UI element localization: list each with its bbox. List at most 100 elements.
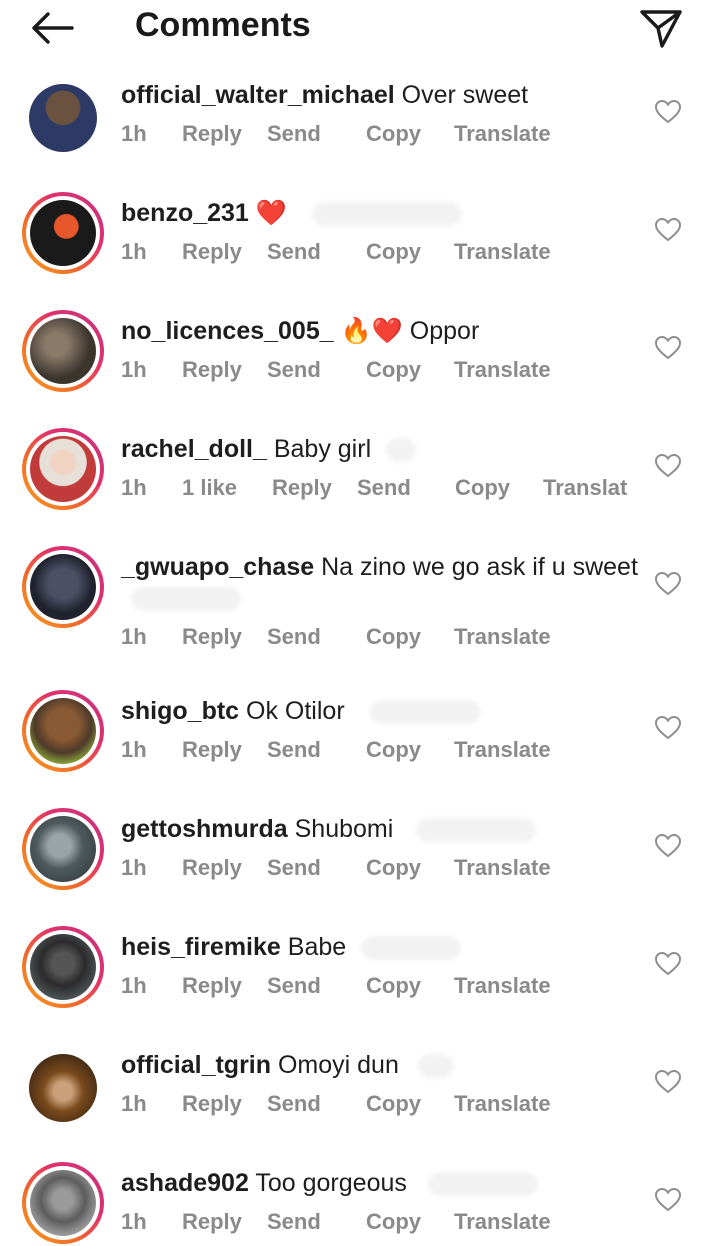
translate-button[interactable]: Translate [454, 357, 551, 383]
direct-message-button[interactable] [636, 4, 686, 50]
heart-icon[interactable] [655, 1188, 681, 1212]
comment-text: _gwuapo_chase Na zino we go ask if u swe… [121, 552, 641, 614]
translate-button[interactable]: Translate [454, 1091, 551, 1117]
send-button[interactable]: Send [267, 1209, 321, 1235]
comment-text: shigo_btc Ok Otilor [121, 696, 641, 727]
paper-plane-icon [640, 10, 682, 48]
send-button[interactable]: Send [267, 855, 321, 881]
blurred-region [369, 700, 480, 725]
send-button[interactable]: Send [267, 1091, 321, 1117]
comment-text: no_licences_005_ 🔥❤️ Oppor [121, 316, 641, 347]
send-button[interactable]: Send [267, 239, 321, 265]
comment-body: Over sweet [394, 81, 529, 109]
reply-button[interactable]: Reply [182, 855, 242, 881]
reply-button[interactable]: Reply [182, 239, 242, 265]
reply-button[interactable]: Reply [182, 624, 242, 650]
comment-username[interactable]: official_walter_michael [121, 81, 395, 109]
blurred-region [417, 1054, 454, 1079]
translate-button[interactable]: Translate [454, 624, 551, 650]
header: Comments [0, 0, 720, 56]
copy-button[interactable]: Copy [366, 973, 421, 999]
reply-button[interactable]: Reply [182, 973, 242, 999]
comment-text: official_tgrin Omoyi dun [121, 1050, 641, 1081]
heart-icon[interactable] [655, 716, 681, 740]
likes-count[interactable]: 1 like [182, 475, 237, 501]
copy-button[interactable]: Copy [366, 737, 421, 763]
copy-button[interactable]: Copy [366, 624, 421, 650]
translate-button[interactable]: Translate [454, 973, 551, 999]
avatar[interactable] [22, 428, 104, 510]
avatar[interactable] [22, 1162, 104, 1244]
comment-body: ❤️ [248, 199, 287, 227]
send-button[interactable]: Send [357, 475, 411, 501]
comment-username[interactable]: official_tgrin [121, 1051, 271, 1079]
reply-button[interactable]: Reply [272, 475, 332, 501]
heart-icon[interactable] [655, 834, 681, 858]
comment-time: 1h [121, 475, 147, 500]
copy-button[interactable]: Copy [366, 855, 421, 881]
send-button[interactable]: Send [267, 737, 321, 763]
comment-time: 1h [121, 357, 147, 382]
heart-icon[interactable] [655, 572, 681, 596]
comment-time: 1h [121, 855, 147, 880]
comment-time: 1h [121, 239, 147, 264]
avatar[interactable] [22, 77, 104, 159]
comment-text: heis_firemike Babe [121, 932, 641, 963]
heart-icon[interactable] [655, 100, 681, 124]
heart-icon[interactable] [655, 218, 681, 242]
comment-text: official_walter_michael Over sweet [121, 80, 641, 111]
avatar[interactable] [22, 1047, 104, 1129]
comment-text: benzo_231 ❤️ [121, 198, 641, 229]
comment-username[interactable]: rachel_doll_ [121, 435, 267, 463]
comment-username[interactable]: shigo_btc [121, 697, 239, 725]
reply-button[interactable]: Reply [182, 1209, 242, 1235]
translate-button[interactable]: Translate [454, 239, 551, 265]
avatar[interactable] [22, 690, 104, 772]
reply-button[interactable]: Reply [182, 1091, 242, 1117]
blurred-region [361, 936, 462, 961]
comment-body: Ok Otilor [239, 697, 345, 725]
comment-username[interactable]: heis_firemike [121, 933, 281, 961]
avatar[interactable] [22, 310, 104, 392]
send-button[interactable]: Send [267, 121, 321, 147]
avatar[interactable] [22, 808, 104, 890]
heart-icon[interactable] [655, 1070, 681, 1094]
reply-button[interactable]: Reply [182, 737, 242, 763]
comment-username[interactable]: gettoshmurda [121, 815, 288, 843]
translate-button[interactable]: Translate [454, 855, 551, 881]
avatar[interactable] [22, 546, 104, 628]
copy-button[interactable]: Copy [366, 121, 421, 147]
copy-button[interactable]: Copy [366, 1209, 421, 1235]
heart-icon[interactable] [655, 952, 681, 976]
comment-username[interactable]: benzo_231 [121, 199, 249, 227]
comment-username[interactable]: ashade902 [121, 1169, 249, 1197]
blurred-region [416, 818, 537, 843]
translate-button[interactable]: Translat [543, 475, 627, 501]
back-button[interactable] [26, 8, 80, 48]
comment-body: Shubomi [287, 815, 394, 843]
comment-time: 1h [121, 973, 147, 998]
reply-button[interactable]: Reply [182, 357, 242, 383]
copy-button[interactable]: Copy [366, 239, 421, 265]
blurred-region [131, 587, 241, 612]
send-button[interactable]: Send [267, 973, 321, 999]
send-button[interactable]: Send [267, 624, 321, 650]
translate-button[interactable]: Translate [454, 1209, 551, 1235]
copy-button[interactable]: Copy [455, 475, 510, 501]
avatar[interactable] [22, 926, 104, 1008]
send-button[interactable]: Send [267, 357, 321, 383]
avatar[interactable] [22, 192, 104, 274]
comment-username[interactable]: no_licences_005_ [121, 317, 334, 345]
copy-button[interactable]: Copy [366, 357, 421, 383]
blurred-region [386, 438, 417, 463]
translate-button[interactable]: Translate [454, 121, 551, 147]
reply-button[interactable]: Reply [182, 121, 242, 147]
comment-username[interactable]: _gwuapo_chase [121, 553, 314, 581]
translate-button[interactable]: Translate [454, 737, 551, 763]
heart-icon[interactable] [655, 336, 681, 360]
copy-button[interactable]: Copy [366, 1091, 421, 1117]
heart-icon[interactable] [655, 454, 681, 478]
comment-body: Omoyi dun [271, 1051, 399, 1079]
comment-time: 1h [121, 121, 147, 146]
blurred-region [427, 1172, 538, 1197]
